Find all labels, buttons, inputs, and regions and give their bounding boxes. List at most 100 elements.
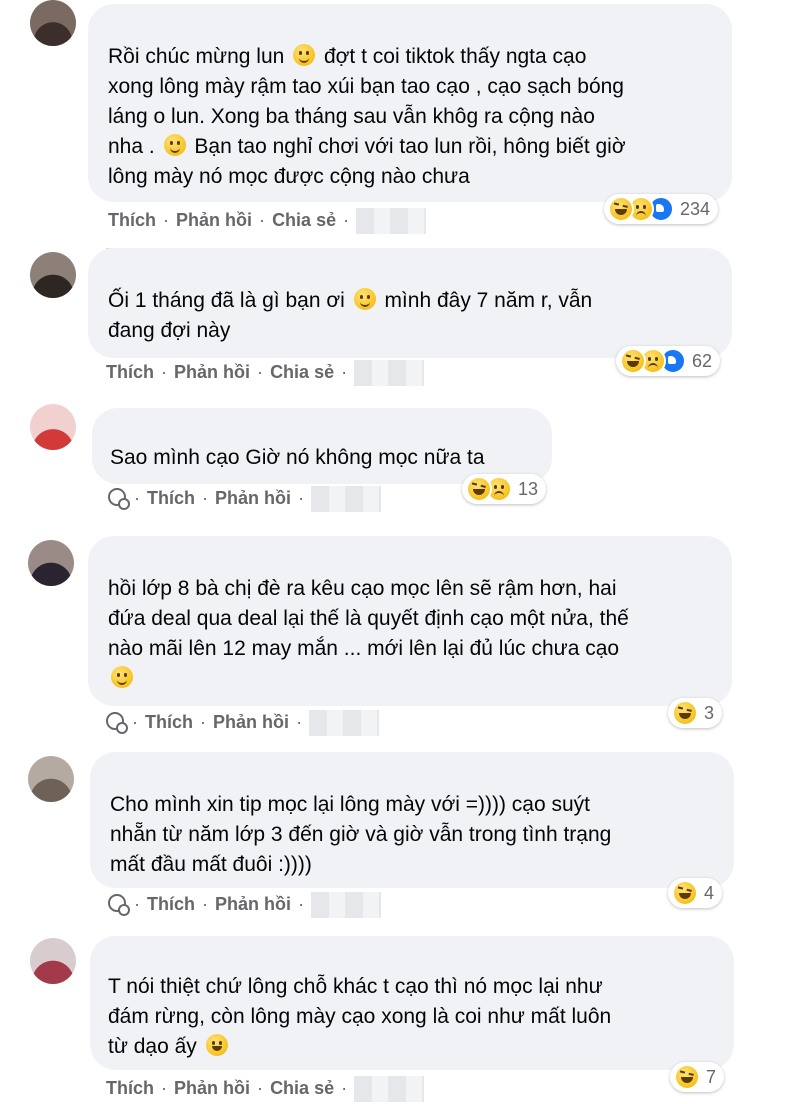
comment-line: nha . Bạn tao nghỉ chơi với tao lun rồi,… (108, 132, 626, 162)
avatar[interactable] (30, 252, 76, 298)
comment-line: xong lông mày rậm tao xúi bạn tao cạo , … (108, 72, 626, 102)
comment-text-segment: Bạn tao nghỉ chơi với tao lun rồi, hông … (188, 135, 626, 158)
reaction-summary[interactable]: 234 (604, 194, 719, 224)
reply-link[interactable]: Phản hồi (215, 894, 291, 914)
avatar[interactable] (30, 0, 76, 46)
comment-line: Cho mình xin tip mọc lại lông mày với =)… (110, 790, 611, 820)
reply-link[interactable]: Phản hồi (215, 488, 291, 508)
separator-dot: · (202, 487, 209, 508)
comment-line: đang đợi này (108, 316, 592, 346)
comment-text-segment: T nói thiệt chứ lông chỗ khác t cạo thì … (108, 975, 603, 998)
share-link[interactable]: Chia sẻ (270, 362, 334, 382)
comment-text-segment: đám rừng, còn lông mày cạo xong là coi n… (108, 1005, 612, 1028)
comment-line: Rồi chúc mừng lun đợt t coi tiktok thấy … (108, 42, 626, 72)
comment-text: hồi lớp 8 bà chị đè ra kêu cạo mọc lên s… (108, 574, 629, 694)
reaction-summary[interactable]: 62 (616, 346, 721, 376)
comment-text: Rồi chúc mừng lun đợt t coi tiktok thấy … (108, 42, 626, 192)
smile-emoji-icon (111, 666, 133, 688)
reply-link[interactable]: Phản hồi (174, 362, 250, 382)
timestamp-blurred (354, 360, 425, 386)
timestamp-blurred (311, 486, 382, 512)
separator-dot: · (257, 1077, 264, 1098)
reaction-count: 3 (704, 702, 715, 723)
reaction-summary[interactable]: 3 (668, 698, 723, 728)
like-link[interactable]: Thích (106, 362, 154, 382)
reply-link[interactable]: Phản hồi (213, 712, 289, 732)
like-link[interactable]: Thích (145, 712, 193, 732)
smile-emoji-icon (353, 288, 376, 310)
comment-text: Ối 1 tháng đã là gì bạn ơi mình đây 7 nă… (108, 286, 592, 346)
like-link[interactable]: Thích (106, 1078, 154, 1098)
comment-line: Sao mình cạo Giờ nó không mọc nữa ta (110, 443, 485, 473)
comment-text: Cho mình xin tip mọc lại lông mày với =)… (110, 790, 611, 880)
haha-reaction-icon (672, 700, 698, 726)
comment-line: hồi lớp 8 bà chị đè ra kêu cạo mọc lên s… (108, 574, 629, 604)
reply-link[interactable]: Phản hồi (176, 210, 252, 230)
comment-text-segment: đợt t coi tiktok thấy ngta cạo (318, 45, 587, 68)
avatar[interactable] (30, 404, 76, 450)
reaction-summary[interactable]: 13 (462, 474, 547, 504)
timestamp-blurred (354, 1076, 425, 1102)
privacy-icon (108, 893, 130, 916)
reply-link[interactable]: Phản hồi (174, 1078, 250, 1098)
avatar[interactable] (28, 756, 74, 802)
comment-text-segment: láng o lun. Xong ba tháng sau vẫn khôg r… (108, 105, 595, 128)
like-link[interactable]: Thích (108, 210, 156, 230)
privacy-icon (106, 711, 128, 734)
comment-actions: Thích · Phản hồi · Chia sẻ · (106, 1076, 425, 1102)
comment-text: Sao mình cạo Giờ nó không mọc nữa ta (110, 443, 485, 473)
reaction-summary[interactable]: 7 (670, 1062, 725, 1092)
comment-text-segment: nhẵn từ năm lớp 3 đến giờ và giờ vẫn tro… (110, 823, 612, 846)
separator-dot: · (257, 361, 264, 382)
privacy-icon (108, 487, 130, 510)
comment-line: từ dạo ấy (108, 1032, 611, 1062)
comment-text-segment: mất đầu mất đuôi :)))) (110, 853, 312, 876)
separator-dot: · (134, 487, 140, 508)
reaction-count: 7 (706, 1066, 717, 1087)
like-link[interactable]: Thích (147, 488, 195, 508)
comment-text-segment: Cho mình xin tip mọc lại lông mày với =)… (110, 793, 591, 816)
comment-actions: Thích · Phản hồi · Chia sẻ · (108, 208, 427, 234)
comment-actions: · Thích · Phản hồi · (108, 486, 382, 512)
reaction-count: 234 (680, 198, 711, 219)
avatar[interactable] (30, 938, 76, 984)
laughing-emoji-icon (205, 1034, 228, 1056)
comment-line: nhẵn từ năm lớp 3 đến giờ và giờ vẫn tro… (110, 820, 611, 850)
comment-text-segment: hồi lớp 8 bà chị đè ra kêu cạo mọc lên s… (108, 577, 617, 600)
comment-text-segment: đứa deal qua deal lại thế là quyết định … (108, 607, 629, 630)
timestamp-blurred (309, 710, 380, 736)
avatar[interactable] (28, 540, 74, 586)
comment-text-segment: lông mày nó mọc được cộng nào chưa (108, 165, 470, 188)
haha-reaction-icon (466, 476, 492, 502)
comment-line: nào mãi lên 12 may mắn ... mới lên lại đ… (108, 634, 629, 664)
comment-text-segment: nào mãi lên 12 may mắn ... mới lên lại đ… (108, 637, 620, 660)
separator-dot: · (341, 361, 348, 382)
smile-emoji-icon (293, 44, 316, 66)
haha-reaction-icon (608, 196, 634, 222)
haha-reaction-icon (674, 1064, 700, 1090)
timestamp-blurred (311, 892, 382, 918)
comment-text-segment: Ối 1 tháng đã là gì bạn ơi (108, 289, 351, 312)
comment-line: T nói thiệt chứ lông chỗ khác t cạo thì … (108, 972, 611, 1002)
separator-dot: · (343, 209, 350, 230)
separator-dot: · (161, 1077, 168, 1098)
comment-text-segment: đang đợi này (108, 319, 231, 342)
comment-line: láng o lun. Xong ba tháng sau vẫn khôg r… (108, 102, 626, 132)
reaction-count: 62 (692, 350, 713, 371)
separator-dot: · (202, 893, 209, 914)
comment-line (108, 664, 629, 694)
like-link[interactable]: Thích (147, 894, 195, 914)
share-link[interactable]: Chia sẻ (272, 210, 336, 230)
timestamp-blurred (356, 208, 427, 234)
comment-text-segment: Sao mình cạo Giờ nó không mọc nữa ta (110, 446, 485, 469)
separator-dot: · (134, 893, 140, 914)
reaction-summary[interactable]: 4 (668, 878, 723, 908)
comment-actions: · Thích · Phản hồi · (106, 710, 380, 736)
separator-dot: · (259, 209, 266, 230)
comment-line: lông mày nó mọc được cộng nào chưa (108, 162, 626, 192)
haha-reaction-icon (672, 880, 698, 906)
comment-line: mất đầu mất đuôi :)))) (110, 850, 611, 880)
comment-line: đám rừng, còn lông mày cạo xong là coi n… (108, 1002, 611, 1032)
share-link[interactable]: Chia sẻ (270, 1078, 334, 1098)
comment-line: đứa deal qua deal lại thế là quyết định … (108, 604, 629, 634)
